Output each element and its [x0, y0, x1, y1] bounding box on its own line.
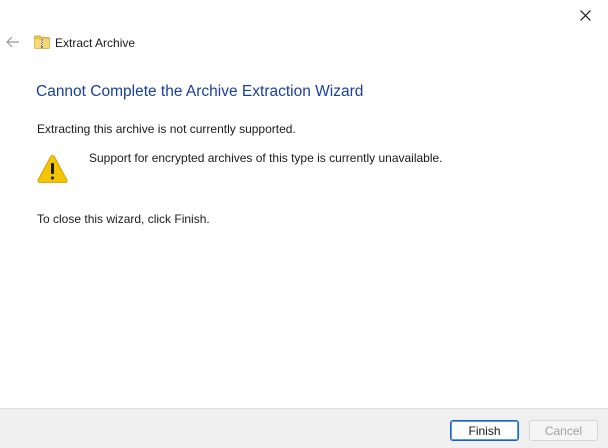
cancel-button[interactable]: Cancel: [529, 420, 598, 441]
description-text: Extracting this archive is not currently…: [37, 122, 296, 136]
dialog-footer: Finish Cancel: [0, 408, 608, 448]
warning-icon: [37, 155, 68, 183]
close-icon: [579, 9, 591, 21]
page-title: Cannot Complete the Archive Extraction W…: [36, 83, 364, 100]
back-arrow-icon: [6, 36, 19, 48]
back-button[interactable]: [4, 33, 22, 51]
finish-button[interactable]: Finish: [450, 420, 519, 441]
close-instruction-text: To close this wizard, click Finish.: [37, 212, 210, 226]
zip-folder-icon: [34, 35, 50, 49]
warning-message: Support for encrypted archives of this t…: [89, 151, 443, 165]
close-button[interactable]: [562, 0, 608, 30]
extract-archive-dialog: Extract Archive Cannot Complete the Arch…: [0, 0, 608, 448]
window-title: Extract Archive: [55, 36, 136, 50]
